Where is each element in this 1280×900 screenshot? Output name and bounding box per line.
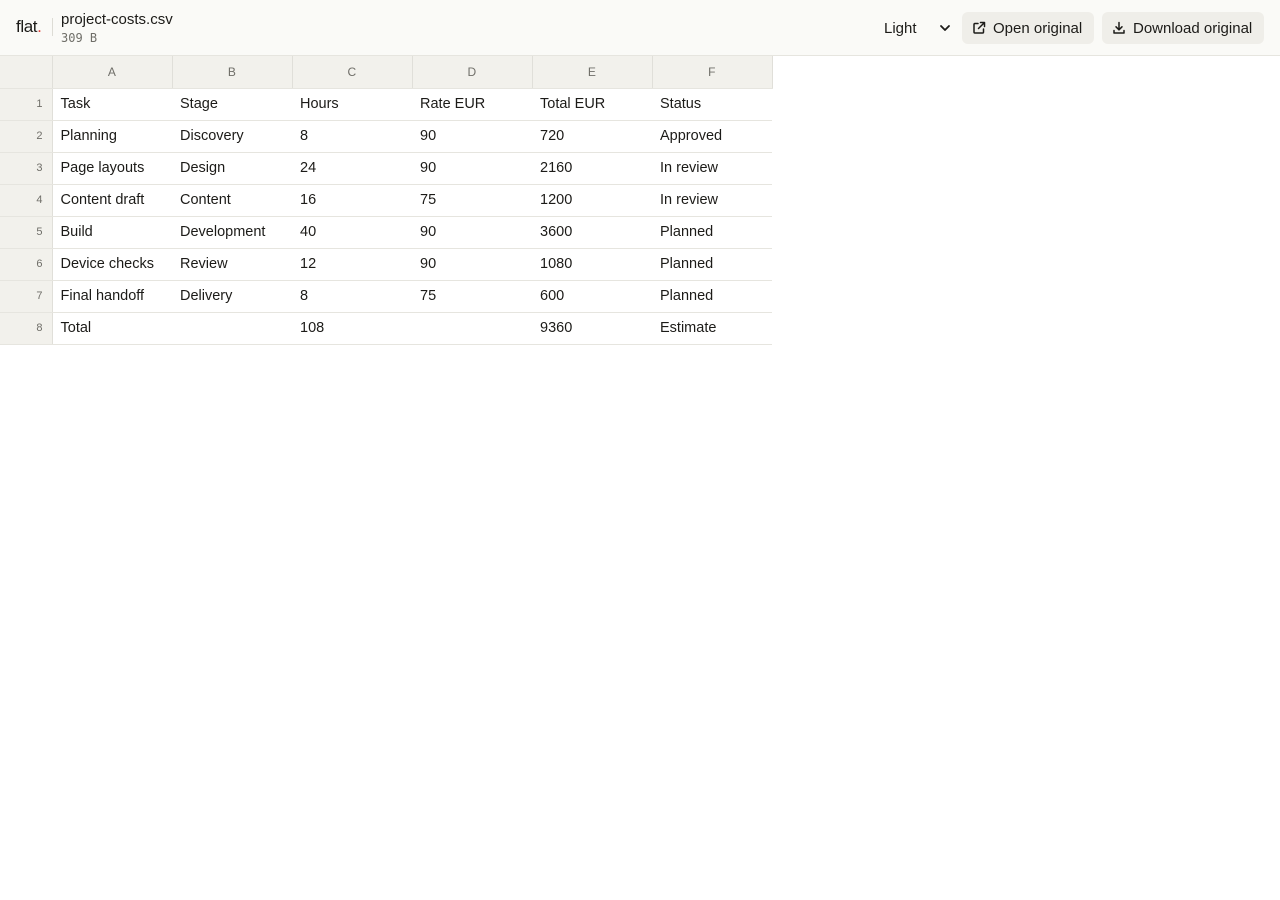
table-cell[interactable]: Page layouts: [52, 152, 172, 185]
table-cell[interactable]: 8: [292, 120, 412, 153]
table-cell[interactable]: 1200: [532, 184, 652, 217]
external-link-icon: [973, 21, 986, 34]
table-row: 4 Content draft Content 16 75 1200 In re…: [0, 184, 772, 217]
table-cell[interactable]: Content: [172, 184, 292, 217]
row-number[interactable]: 1: [0, 88, 53, 121]
table-cell[interactable]: Approved: [652, 120, 772, 153]
table-cell[interactable]: Total: [52, 312, 172, 345]
row-number[interactable]: 4: [0, 184, 53, 217]
table-cell[interactable]: Development: [172, 216, 292, 249]
table-cell[interactable]: In review: [652, 184, 772, 217]
table-row: 7 Final handoff Delivery 8 75 600 Planne…: [0, 280, 772, 313]
column-header-f[interactable]: F: [652, 56, 773, 89]
open-original-label: Open original: [993, 19, 1083, 37]
table-cell[interactable]: Content draft: [52, 184, 172, 217]
table-cell[interactable]: 40: [292, 216, 412, 249]
download-icon: [1113, 21, 1125, 34]
table-cell[interactable]: 8: [292, 280, 412, 313]
column-header-b[interactable]: B: [172, 56, 293, 89]
table-cell[interactable]: Rate EUR: [412, 88, 532, 121]
table-cell[interactable]: 75: [412, 184, 532, 217]
table-row: 1 Task Stage Hours Rate EUR Total EUR St…: [0, 88, 772, 121]
divider: [52, 18, 53, 36]
download-original-label: Download original: [1133, 19, 1253, 37]
row-number[interactable]: 2: [0, 120, 53, 153]
table-cell[interactable]: 16: [292, 184, 412, 217]
table-cell[interactable]: 108: [292, 312, 412, 345]
file-name: project-costs.csv: [61, 11, 173, 28]
select-all-corner[interactable]: [0, 56, 53, 89]
column-header-d[interactable]: D: [412, 56, 533, 89]
table-cell[interactable]: Estimate: [652, 312, 772, 345]
table-cell[interactable]: Stage: [172, 88, 292, 121]
table-cell[interactable]: 90: [412, 248, 532, 281]
top-bar: flat. project-costs.csv 309 B Light Open…: [0, 0, 1280, 56]
table-cell[interactable]: Build: [52, 216, 172, 249]
file-size: 309 B: [61, 31, 98, 45]
table-cell[interactable]: Final handoff: [52, 280, 172, 313]
table-row: 8 Total 108 9360 Estimate: [0, 312, 772, 345]
table-cell[interactable]: Delivery: [172, 280, 292, 313]
column-header-row: A B C D E F: [0, 56, 773, 89]
row-number[interactable]: 7: [0, 280, 53, 313]
row-number[interactable]: 6: [0, 248, 53, 281]
row-number[interactable]: 8: [0, 312, 53, 345]
theme-select[interactable]: Light: [872, 12, 954, 44]
table-cell[interactable]: Planning: [52, 120, 172, 153]
table-cell[interactable]: 1080: [532, 248, 652, 281]
table-cell[interactable]: Task: [52, 88, 172, 121]
table-cell[interactable]: 24: [292, 152, 412, 185]
table-cell[interactable]: Hours: [292, 88, 412, 121]
table-cell[interactable]: 3600: [532, 216, 652, 249]
table-cell[interactable]: Planned: [652, 248, 772, 281]
table-cell[interactable]: 9360: [532, 312, 652, 345]
table-row: 6 Device checks Review 12 90 1080 Planne…: [0, 248, 772, 281]
table-cell[interactable]: 90: [412, 216, 532, 249]
table-cell[interactable]: Status: [652, 88, 772, 121]
app-logo[interactable]: flat.: [16, 17, 42, 37]
table-cell[interactable]: Planned: [652, 280, 772, 313]
chevron-down-icon: [940, 25, 950, 31]
table-cell[interactable]: Device checks: [52, 248, 172, 281]
table-cell[interactable]: Review: [172, 248, 292, 281]
table-cell[interactable]: [412, 312, 532, 345]
table-cell[interactable]: [172, 312, 292, 345]
table-row: 2 Planning Discovery 8 90 720 Approved: [0, 120, 772, 153]
table-cell[interactable]: 75: [412, 280, 532, 313]
table-cell[interactable]: 90: [412, 152, 532, 185]
column-header-a[interactable]: A: [52, 56, 173, 89]
theme-select-value: Light: [884, 19, 917, 37]
table-cell[interactable]: 12: [292, 248, 412, 281]
row-number[interactable]: 5: [0, 216, 53, 249]
open-original-button[interactable]: Open original: [962, 12, 1094, 44]
table-cell[interactable]: 2160: [532, 152, 652, 185]
column-header-c[interactable]: C: [292, 56, 413, 89]
table-cell[interactable]: 600: [532, 280, 652, 313]
table-cell[interactable]: Total EUR: [532, 88, 652, 121]
table-cell[interactable]: Design: [172, 152, 292, 185]
logo-dot: .: [37, 17, 42, 36]
table-cell[interactable]: Planned: [652, 216, 772, 249]
column-header-e[interactable]: E: [532, 56, 653, 89]
table-cell[interactable]: 90: [412, 120, 532, 153]
row-number[interactable]: 3: [0, 152, 53, 185]
download-original-button[interactable]: Download original: [1102, 12, 1264, 44]
spreadsheet-grid: A B C D E F 1 Task Stage Hours Rate EUR …: [0, 56, 773, 345]
table-cell[interactable]: Discovery: [172, 120, 292, 153]
table-cell[interactable]: 720: [532, 120, 652, 153]
table-row: 3 Page layouts Design 24 90 2160 In revi…: [0, 152, 772, 185]
table-cell[interactable]: In review: [652, 152, 772, 185]
table-row: 5 Build Development 40 90 3600 Planned: [0, 216, 772, 249]
